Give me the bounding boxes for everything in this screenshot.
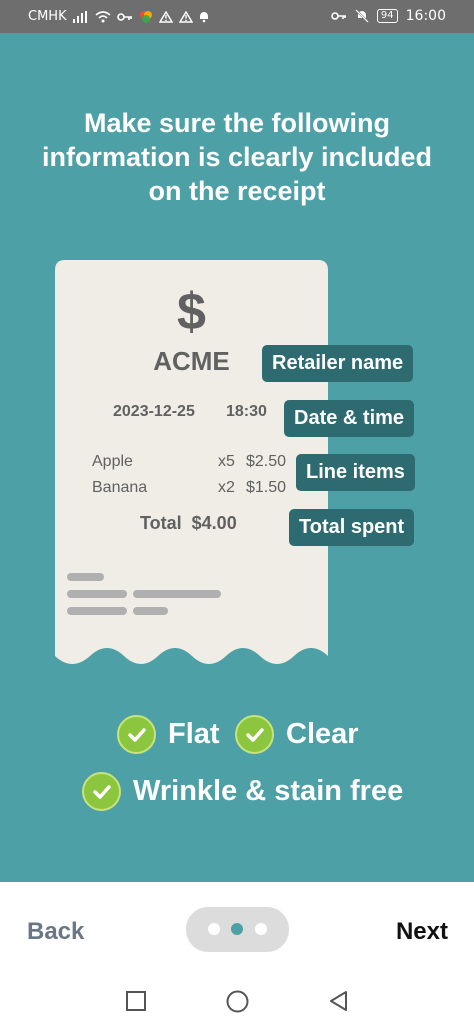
- warning-icon-2: [178, 10, 193, 23]
- date-time-tag: Date & time: [284, 400, 415, 437]
- carrier-name: CMHK: [28, 9, 67, 24]
- recent-apps-icon[interactable]: [125, 990, 147, 1012]
- status-bar-right: 94 16:00: [331, 8, 446, 24]
- key-icon: [116, 12, 132, 21]
- bottom-navigation: Back Next: [0, 882, 474, 1029]
- requirement-label: Wrinkle & stain free: [133, 775, 404, 807]
- receipt-placeholder-line: [133, 607, 168, 615]
- page-dot: [255, 923, 267, 935]
- page-dot-active: [231, 923, 243, 935]
- item-quantity: x5: [218, 453, 235, 470]
- check-icon: [235, 715, 274, 754]
- page-title: Make sure the following information is c…: [41, 108, 433, 206]
- total-spent-tag: Total spent: [289, 509, 415, 546]
- signal-icon: [72, 10, 87, 23]
- page-indicator: [186, 907, 289, 952]
- back-button[interactable]: Back: [27, 918, 84, 946]
- requirement-wrinkle-free: Wrinkle & stain free: [82, 772, 403, 811]
- key-icon-right: [331, 12, 346, 20]
- receipt-dollar-symbol: $: [177, 283, 206, 341]
- onboarding-panel: Make sure the following information is c…: [0, 33, 474, 882]
- receipt-placeholder-line: [67, 573, 104, 581]
- page-dot: [208, 923, 220, 935]
- home-icon[interactable]: [226, 990, 249, 1013]
- receipt-placeholder-line: [67, 590, 127, 598]
- item-quantity: x2: [218, 479, 235, 496]
- requirement-flat: Flat: [117, 715, 220, 754]
- receipt-date: 2023-12-25: [113, 403, 195, 420]
- battery-indicator: 94: [376, 9, 398, 23]
- check-icon: [82, 772, 121, 811]
- item-name: Apple: [92, 453, 133, 470]
- mute-bell-icon: [355, 9, 369, 23]
- back-nav-icon[interactable]: [328, 990, 348, 1012]
- item-name: Banana: [92, 479, 148, 496]
- receipt-time: 18:30: [226, 403, 267, 420]
- requirement-label: Clear: [286, 718, 359, 750]
- check-icon: [117, 715, 156, 754]
- wifi-icon: [95, 10, 111, 22]
- receipt-total: Total $4.00: [140, 513, 237, 533]
- item-price: $2.50: [246, 453, 287, 470]
- retailer-name-tag: Retailer name: [262, 345, 414, 382]
- warning-icon: [158, 10, 173, 23]
- next-button[interactable]: Next: [396, 918, 448, 946]
- requirement-clear: Clear: [235, 715, 359, 754]
- status-bar: CMHK 94 16:00: [0, 0, 474, 33]
- item-price: $1.50: [246, 479, 287, 496]
- bell-icon: [199, 11, 208, 22]
- clock: 16:00: [405, 8, 446, 24]
- status-bar-left: CMHK: [28, 9, 209, 24]
- line-items-tag: Line items: [296, 454, 415, 491]
- receipt-placeholder-line: [67, 607, 127, 615]
- receipt-placeholder-line: [133, 590, 221, 598]
- receipt-illustration: $ ACME 2023-12-25 18:30 Apple x5 $2.50 B…: [55, 260, 328, 670]
- requirement-label: Flat: [168, 718, 220, 750]
- app-badge-icon: [139, 10, 152, 23]
